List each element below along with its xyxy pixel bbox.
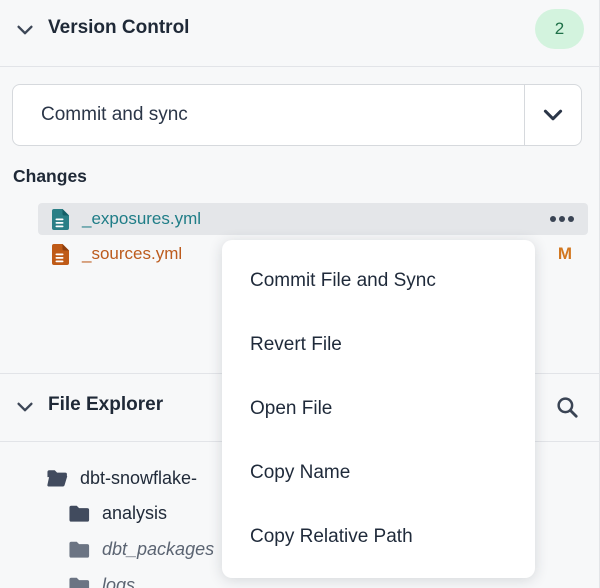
tree-item-analysis[interactable]: analysis [68,498,167,528]
search-icon [554,394,580,420]
version-control-title: Version Control [48,17,189,39]
yml-file-icon-orange [52,244,69,265]
chevron-down-icon [14,19,36,41]
commit-and-sync-button[interactable]: Commit and sync [12,84,582,146]
changed-file-name: _exposures.yml [82,209,201,229]
yml-file-icon-teal [52,209,69,230]
menu-item-open-file[interactable]: Open File [222,377,535,441]
file-explorer-title: File Explorer [48,394,163,416]
changes-section-label: Changes [13,166,87,187]
version-control-collapse-toggle[interactable] [14,19,36,41]
ellipsis-icon [549,215,575,223]
folder-icon [68,575,90,588]
menu-item-copy-name[interactable]: Copy Name [222,441,535,505]
tree-item-label: analysis [102,503,167,524]
commit-options-dropdown[interactable] [524,85,581,145]
chevron-down-icon [14,396,36,418]
changes-count-badge: 2 [535,9,584,49]
tree-item-logs[interactable]: logs [68,570,135,588]
menu-item-revert-file[interactable]: Revert File [222,313,535,377]
changed-file-row[interactable]: _exposures.yml [38,203,588,235]
file-search-button[interactable] [552,392,582,422]
folder-open-icon [46,468,68,488]
file-context-menu: Commit File and Sync Revert File Open Fi… [222,240,535,578]
tree-item-label: logs [102,575,135,588]
menu-item-copy-relative-path[interactable]: Copy Relative Path [222,505,535,569]
tree-item-dbt-packages[interactable]: dbt_packages [68,534,214,564]
version-control-panel: Version Control 2 Commit and sync Change… [0,0,600,588]
changes-count: 2 [555,19,564,39]
file-explorer-collapse-toggle[interactable] [14,396,36,418]
commit-and-sync-label: Commit and sync [13,85,524,145]
chevron-down-icon [540,102,566,128]
tree-item-label: dbt-snowflake- [80,468,197,489]
changed-file-name: _sources.yml [82,244,182,264]
file-actions-menu-button[interactable] [549,215,575,223]
tree-item-root-folder[interactable]: dbt-snowflake- [46,463,197,493]
folder-icon [68,539,90,559]
folder-icon [68,503,90,523]
tree-item-label: dbt_packages [102,539,214,560]
modified-status-badge: M [558,244,572,264]
divider [0,66,600,67]
menu-item-commit-file-and-sync[interactable]: Commit File and Sync [222,249,535,313]
